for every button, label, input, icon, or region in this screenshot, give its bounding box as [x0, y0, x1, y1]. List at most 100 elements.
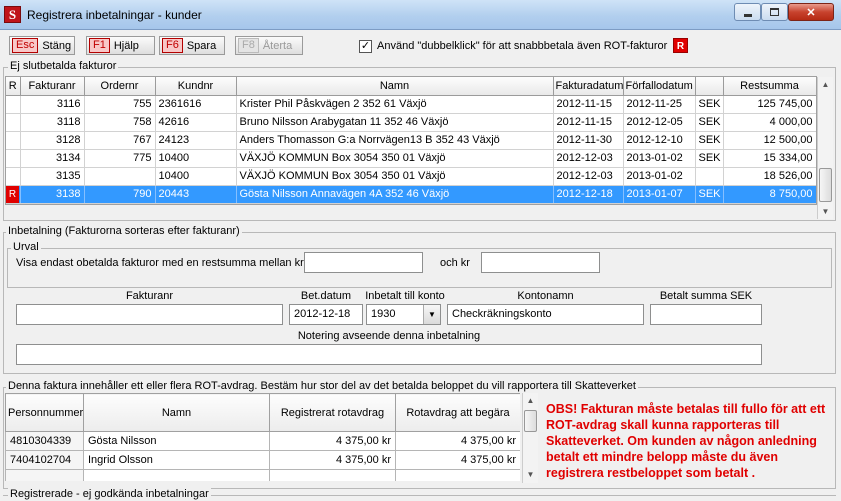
rot-flag-cell: [6, 95, 21, 114]
close-window-button[interactable]: Esc Stäng: [9, 36, 75, 55]
button-label: Återta: [262, 39, 293, 52]
cell-fakturanr: 3135: [20, 167, 85, 186]
invoice-row[interactable]: R 3138 790 20443 Gösta Nilsson Annavägen 4A …: [6, 185, 816, 204]
scroll-down-icon[interactable]: ▼: [523, 467, 538, 482]
cell-namn: Bruno Nilsson Arabygatan 11 352 46 Växjö: [236, 113, 554, 132]
cell-fakturadatum: 2012-11-30: [553, 131, 624, 150]
cell-fakturanr: 3138: [20, 185, 85, 204]
invoice-row[interactable]: 3134 775 10400 VÄXJÖ KOMMUN Box 3054 350 01…: [6, 149, 816, 168]
double-click-checkbox[interactable]: ✓: [359, 40, 372, 53]
cell-namn: VÄXJÖ KOMMUN Box 3054 350 01 Växjö: [236, 149, 554, 168]
konto-label: Inbetalt till konto: [365, 290, 445, 302]
rot-table-container: Personnummer Namn Registrerat rotavdrag …: [5, 393, 520, 481]
invoice-table-scrollbar[interactable]: ▲ ▼: [817, 77, 833, 219]
cell-registrerat: 4 375,00 kr: [269, 431, 396, 451]
empty-cell: [395, 469, 520, 481]
invoice-row[interactable]: 3116 755 2361616 Krister Phil Påskvägen 2 3…: [6, 95, 816, 114]
cell-begara[interactable]: 4 375,00 kr: [395, 431, 520, 451]
invoice-row[interactable]: 3128 767 24123 Anders Thomasson G:a Norrväg…: [6, 131, 816, 150]
cell-forfallodatum: 2012-12-05: [623, 113, 696, 132]
cell-namn: Gösta Nilsson: [83, 431, 270, 451]
cell-forfallodatum: 2013-01-02: [623, 149, 696, 168]
cell-fakturadatum: 2012-11-15: [553, 95, 624, 114]
maximize-icon: [770, 8, 779, 16]
rot-badge: R: [673, 38, 688, 53]
unpaid-invoices-label: Ej slutbetalda fakturor: [8, 60, 119, 72]
cell-fakturanr: 3118: [20, 113, 85, 132]
cell-ordernr: 758: [84, 113, 156, 132]
col-header-kundnr[interactable]: Kundnr: [155, 77, 237, 96]
save-button[interactable]: F6 Spara: [159, 36, 225, 55]
cell-valuta: [695, 167, 724, 186]
col-header-rot-namn[interactable]: Namn: [83, 393, 270, 432]
col-header-namn[interactable]: Namn: [236, 77, 554, 96]
col-header-personnummer[interactable]: Personnummer: [5, 393, 84, 432]
rot-flag-cell: [6, 167, 21, 186]
rot-table-scrollbar[interactable]: ▲ ▼: [522, 393, 538, 483]
summa-input[interactable]: [650, 304, 762, 325]
kontonamn-input[interactable]: Checkräkningskonto: [447, 304, 644, 325]
cell-fakturanr: 3128: [20, 131, 85, 150]
close-button[interactable]: ✕: [788, 3, 834, 21]
notering-input[interactable]: [16, 344, 762, 365]
cell-fakturadatum: 2012-11-15: [553, 113, 624, 132]
double-click-checkbox-label: Använd "dubbelklick" för att snabbbetala…: [377, 40, 668, 52]
esc-key-badge: Esc: [12, 38, 39, 53]
rot-row[interactable]: 4810304339 Gösta Nilsson 4 375,00 kr 4 375,…: [5, 431, 520, 451]
col-header-forfallodatum[interactable]: Förfallodatum: [623, 77, 696, 96]
cell-restsumma: 15 334,00: [723, 149, 816, 168]
maximize-button[interactable]: [761, 3, 788, 21]
filter-to-input[interactable]: [481, 252, 600, 273]
filter-from-input[interactable]: [304, 252, 423, 273]
cell-fakturadatum: 2012-12-03: [553, 167, 624, 186]
col-header-fakturanr[interactable]: Fakturanr: [20, 77, 85, 96]
rot-flag-cell: [6, 149, 21, 168]
help-button[interactable]: F1 Hjälp: [86, 36, 155, 55]
cell-begara[interactable]: 4 375,00 kr: [395, 450, 520, 470]
invoice-row[interactable]: 3118 758 42616 Bruno Nilsson Arabygatan 11 …: [6, 113, 816, 132]
rot-row[interactable]: 7404102704 Ingrid Olsson 4 375,00 kr 4 375,…: [5, 450, 520, 470]
rot-flag-cell: [6, 113, 21, 132]
cell-kundnr: 42616: [155, 113, 237, 132]
cell-valuta: SEK: [695, 113, 724, 132]
scroll-up-icon[interactable]: ▲: [818, 77, 833, 92]
invoice-row[interactable]: 3135 10400 VÄXJÖ KOMMUN Box 3054 350 01 Vä…: [6, 167, 816, 186]
button-label: Stäng: [42, 39, 72, 52]
scroll-down-icon[interactable]: ▼: [818, 204, 833, 219]
invoice-table-header: R Fakturanr Ordernr Kundnr Namn Fakturad…: [6, 77, 816, 96]
title-bar[interactable]: S Registrera inbetalningar - kunder ✕: [0, 0, 841, 30]
f8-key-badge: F8: [238, 38, 259, 53]
f1-key-badge: F1: [89, 38, 110, 53]
col-header-restsumma[interactable]: Restsumma: [723, 77, 816, 96]
scroll-up-icon[interactable]: ▲: [523, 393, 538, 408]
minimize-icon: [743, 13, 752, 17]
cell-forfallodatum: 2013-01-07: [623, 185, 696, 204]
col-header-ordernr[interactable]: Ordernr: [84, 77, 156, 96]
col-header-valuta[interactable]: [695, 77, 724, 96]
scroll-thumb[interactable]: [524, 410, 537, 432]
fakturanr-input[interactable]: [16, 304, 283, 325]
cell-forfallodatum: 2013-01-02: [623, 167, 696, 186]
minimize-button[interactable]: [734, 3, 761, 21]
bet-datum-input[interactable]: 2012-12-18: [289, 304, 363, 325]
undo-button[interactable]: F8 Återta: [235, 36, 303, 55]
cell-kundnr: 2361616: [155, 95, 237, 114]
col-header-fakturadatum[interactable]: Fakturadatum: [553, 77, 624, 96]
rot-table: Personnummer Namn Registrerat rotavdrag …: [5, 393, 520, 481]
cell-valuta: SEK: [695, 149, 724, 168]
konto-select[interactable]: 1930 ▼: [366, 304, 441, 325]
scroll-thumb[interactable]: [819, 168, 832, 202]
invoice-table: R Fakturanr Ordernr Kundnr Namn Fakturad…: [6, 77, 816, 204]
cell-fakturadatum: 2012-12-18: [553, 185, 624, 204]
chevron-down-icon[interactable]: ▼: [423, 305, 440, 324]
col-header-registrerat[interactable]: Registrerat rotavdrag: [269, 393, 396, 432]
cell-fakturadatum: 2012-12-03: [553, 149, 624, 168]
col-header-begara[interactable]: Rotavdrag att begära: [395, 393, 520, 432]
cell-kundnr: 24123: [155, 131, 237, 150]
cell-restsumma: 4 000,00: [723, 113, 816, 132]
cell-valuta: SEK: [695, 131, 724, 150]
summa-label: Betalt summa SEK: [659, 290, 753, 302]
col-header-r[interactable]: R: [6, 77, 21, 96]
bet-datum-label: Bet.datum: [300, 290, 352, 302]
cell-ordernr: 767: [84, 131, 156, 150]
